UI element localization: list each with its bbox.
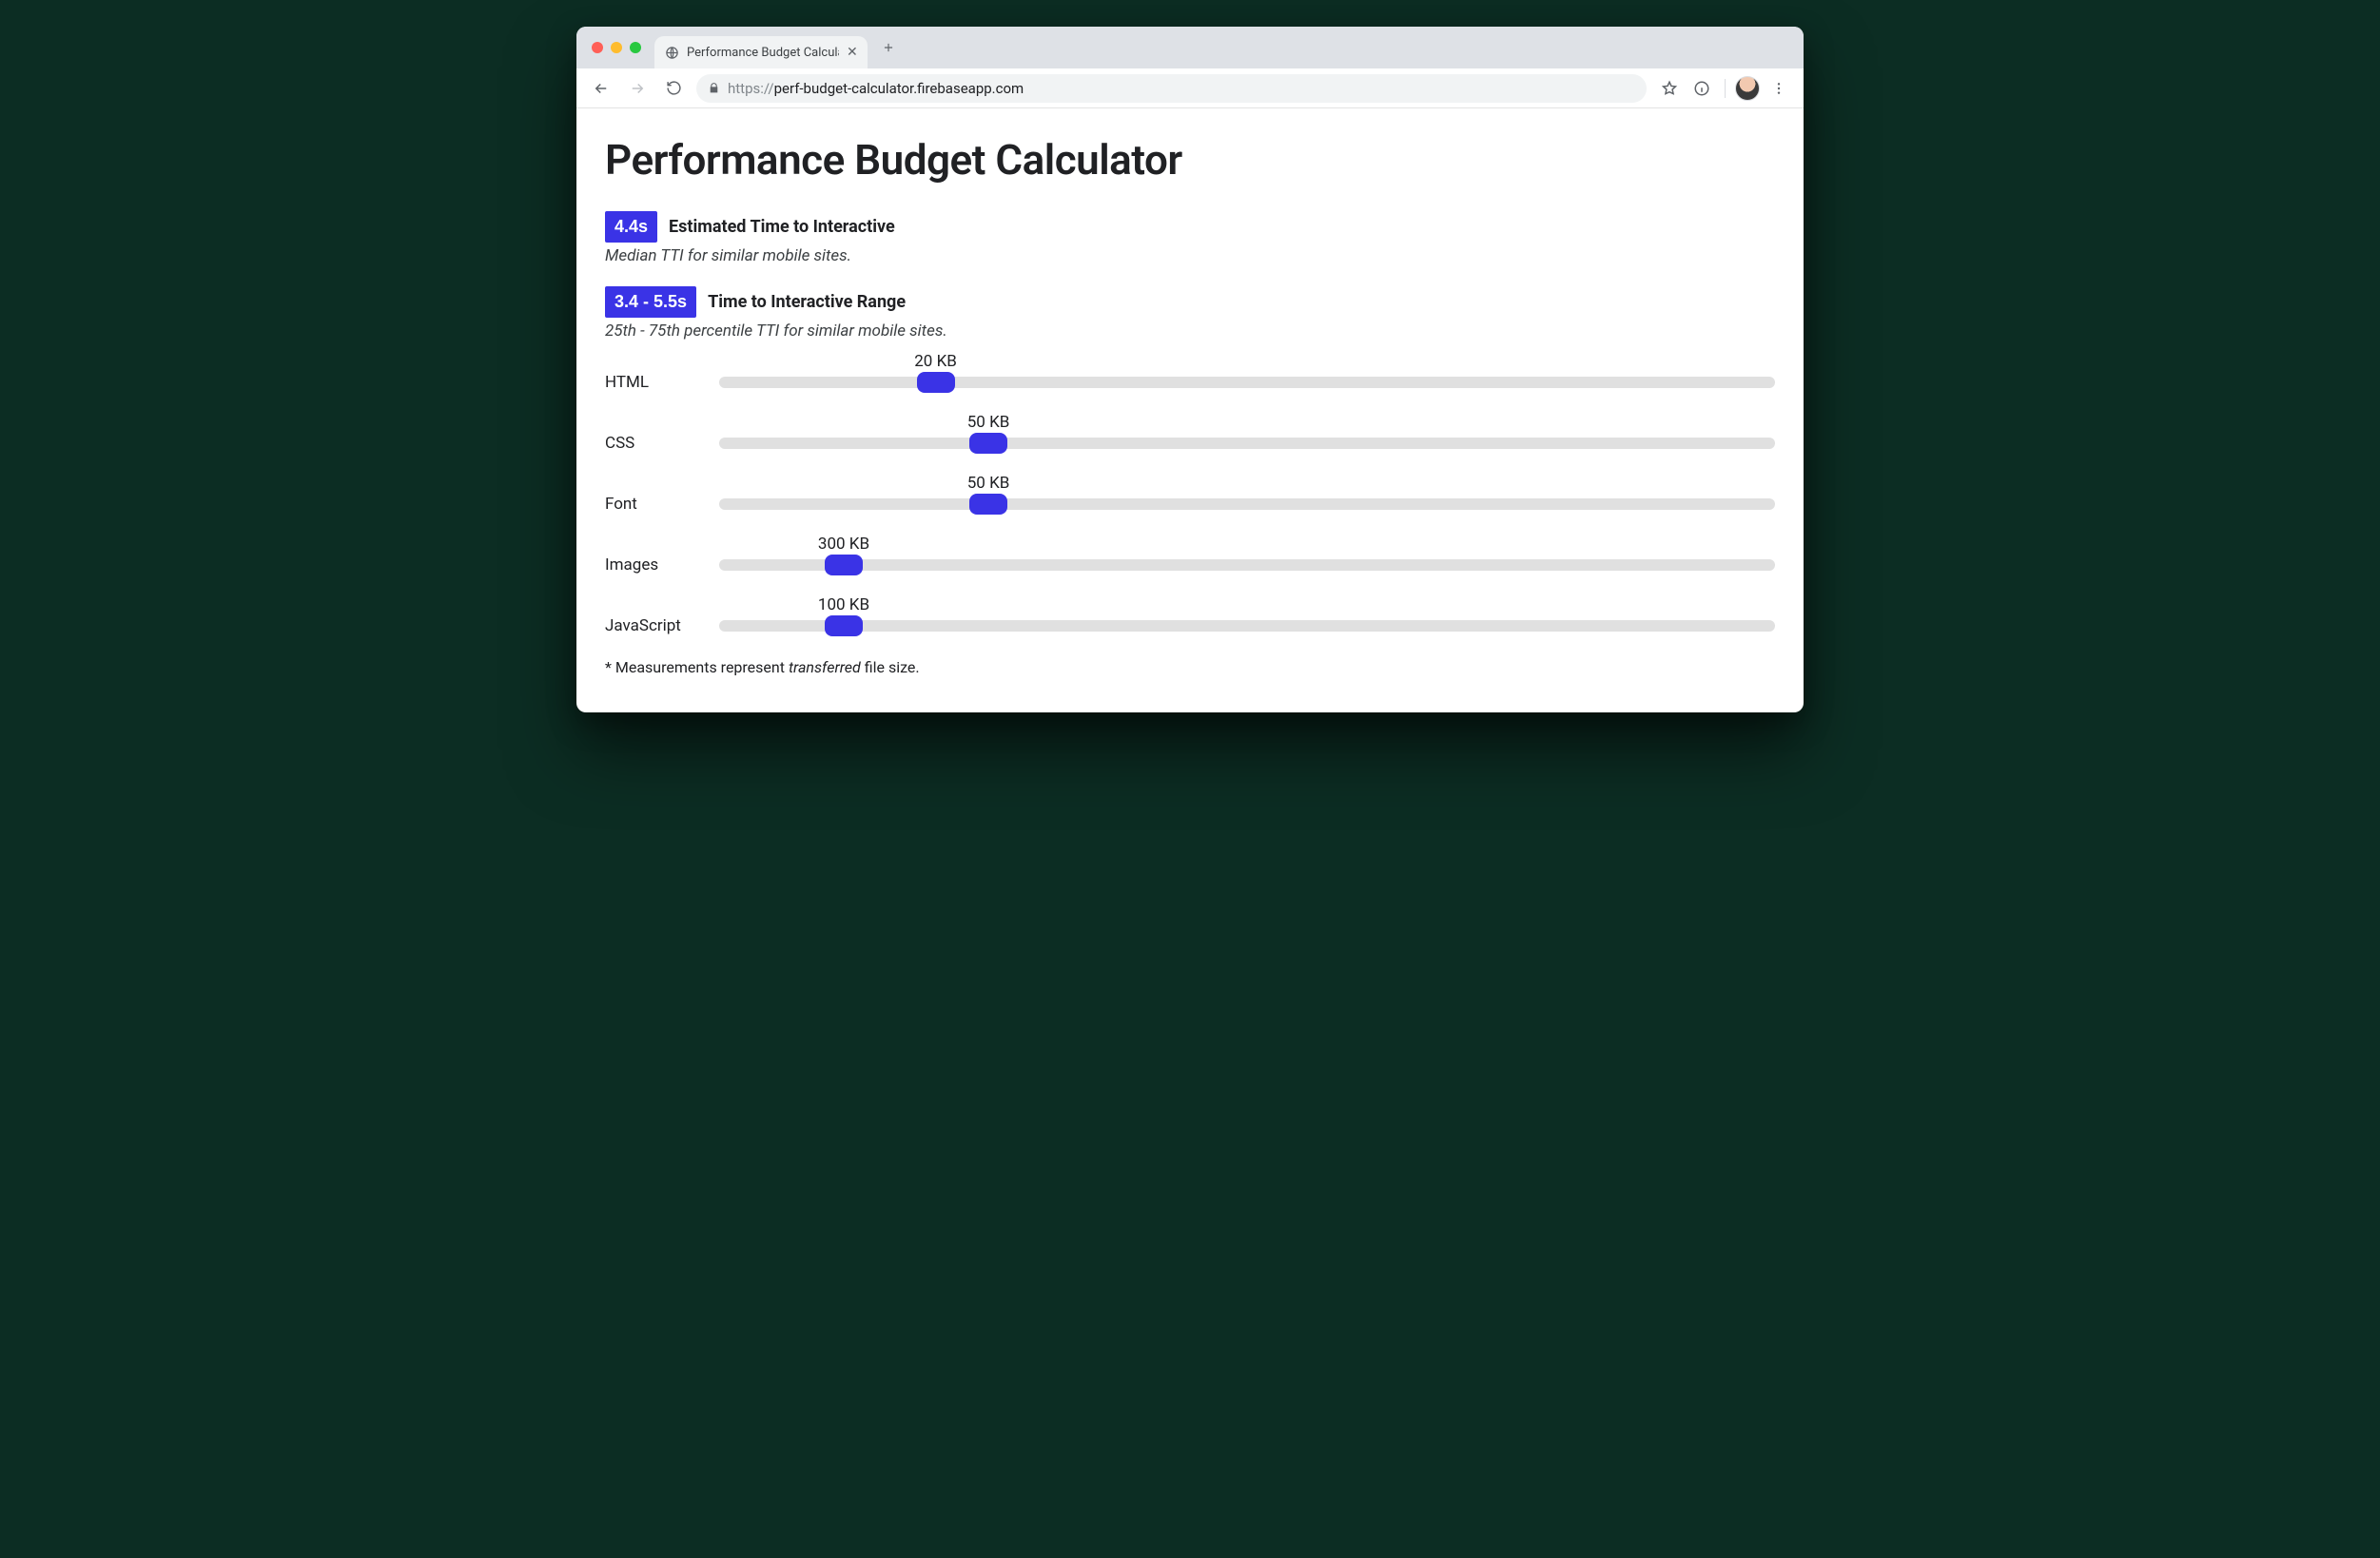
slider-track[interactable]	[719, 377, 1775, 388]
back-button[interactable]	[588, 75, 615, 102]
slider-label: JavaScript	[605, 616, 712, 635]
overflow-menu-button[interactable]	[1765, 75, 1792, 102]
slider-row: JavaScript 100 KB	[605, 616, 1775, 635]
slider-thumb[interactable]	[917, 372, 955, 393]
new-tab-button[interactable]	[875, 34, 902, 61]
slider-track[interactable]	[719, 498, 1775, 510]
browser-window: Performance Budget Calculato ✕ https://p…	[576, 27, 1804, 712]
tab-strip: Performance Budget Calculato ✕	[576, 27, 1804, 68]
slider-value-label: 50 KB	[967, 474, 1010, 493]
slider[interactable]: 100 KB	[719, 620, 1775, 632]
slider-value-label: 300 KB	[818, 535, 869, 554]
slider-label: CSS	[605, 434, 712, 453]
slider-thumb[interactable]	[969, 494, 1007, 515]
slider-label: Font	[605, 495, 712, 514]
slider[interactable]: 20 KB	[719, 377, 1775, 388]
slider-thumb[interactable]	[825, 555, 863, 575]
window-controls	[588, 42, 647, 53]
slider-value-label: 50 KB	[967, 413, 1010, 432]
tti-range-label: Time to Interactive Range	[708, 292, 906, 312]
minimize-window-button[interactable]	[611, 42, 622, 53]
tti-range-badge: 3.4 - 5.5s	[605, 286, 696, 318]
tab-title: Performance Budget Calculato	[687, 46, 839, 60]
tti-subtext: Median TTI for similar mobile sites.	[605, 246, 1775, 265]
tti-range-subtext: 25th - 75th percentile TTI for similar m…	[605, 321, 1775, 341]
browser-toolbar: https://perf-budget-calculator.firebasea…	[576, 68, 1804, 108]
slider-row: Images 300 KB	[605, 555, 1775, 575]
slider-thumb[interactable]	[825, 615, 863, 636]
slider-label: HTML	[605, 373, 712, 392]
slider-row: HTML 20 KB	[605, 373, 1775, 392]
tab-close-button[interactable]: ✕	[847, 46, 858, 59]
slider-track[interactable]	[719, 559, 1775, 571]
slider[interactable]: 300 KB	[719, 559, 1775, 571]
toolbar-divider	[1725, 79, 1726, 98]
page-content: Performance Budget Calculator 4.4s Estim…	[576, 108, 1804, 712]
footnote: * Measurements represent transferred fil…	[605, 658, 1775, 676]
slider-row: Font 50 KB	[605, 495, 1775, 514]
lock-icon	[708, 82, 720, 94]
zoom-window-button[interactable]	[630, 42, 641, 53]
bookmark-star-button[interactable]	[1656, 75, 1683, 102]
address-bar[interactable]: https://perf-budget-calculator.firebasea…	[696, 74, 1647, 103]
slider[interactable]: 50 KB	[719, 498, 1775, 510]
slider-row: CSS 50 KB	[605, 434, 1775, 453]
tti-badge: 4.4s	[605, 211, 657, 243]
url-text: https://perf-budget-calculator.firebasea…	[728, 80, 1024, 97]
page-title: Performance Budget Calculator	[605, 135, 1775, 185]
toolbar-right	[1656, 75, 1792, 102]
forward-button[interactable]	[624, 75, 651, 102]
slider-thumb[interactable]	[969, 433, 1007, 454]
reload-button[interactable]	[660, 75, 687, 102]
tti-range-metric: 3.4 - 5.5s Time to Interactive Range	[605, 286, 1775, 318]
tti-label: Estimated Time to Interactive	[669, 217, 895, 237]
globe-icon	[664, 45, 679, 60]
slider-value-label: 100 KB	[818, 595, 869, 614]
info-icon[interactable]	[1688, 75, 1715, 102]
slider-value-label: 20 KB	[914, 352, 957, 371]
browser-tab[interactable]: Performance Budget Calculato ✕	[654, 36, 868, 68]
tti-metric: 4.4s Estimated Time to Interactive	[605, 211, 1775, 243]
slider-label: Images	[605, 555, 712, 575]
slider-track[interactable]	[719, 620, 1775, 632]
close-window-button[interactable]	[592, 42, 603, 53]
slider-track[interactable]	[719, 438, 1775, 449]
profile-avatar[interactable]	[1735, 76, 1760, 101]
slider[interactable]: 50 KB	[719, 438, 1775, 449]
slider-list: HTML 20 KB CSS 50 KB Font 50 KB Images 300 KB Ja…	[605, 373, 1775, 635]
